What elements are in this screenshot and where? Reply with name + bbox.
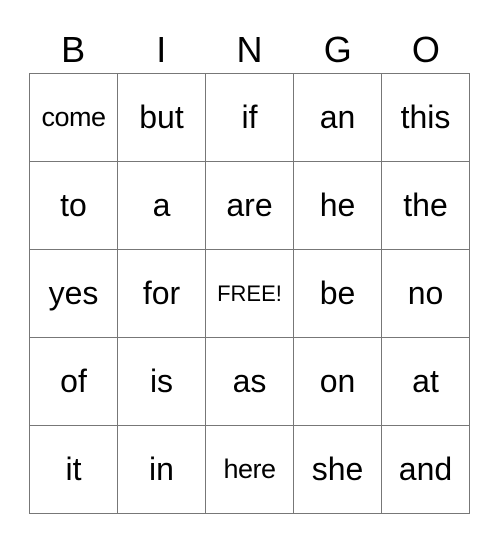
header-letter-n: N bbox=[236, 29, 263, 70]
bingo-cell[interactable]: but bbox=[118, 74, 206, 162]
bingo-card-grid: come but if an this to a are he the yes … bbox=[29, 73, 470, 514]
bingo-cell[interactable]: a bbox=[118, 162, 206, 250]
bingo-cell[interactable]: it bbox=[30, 426, 118, 514]
bingo-cell[interactable]: on bbox=[294, 338, 382, 426]
bingo-cell[interactable]: if bbox=[206, 74, 294, 162]
bingo-cell[interactable]: he bbox=[294, 162, 382, 250]
bingo-cell[interactable]: at bbox=[382, 338, 470, 426]
bingo-cell[interactable]: of bbox=[30, 338, 118, 426]
bingo-cell[interactable]: are bbox=[206, 162, 294, 250]
free-space-cell[interactable]: FREE! bbox=[206, 250, 294, 338]
header-letter-b: B bbox=[61, 29, 86, 70]
header-letter-i: I bbox=[156, 29, 167, 70]
bingo-cell[interactable]: and bbox=[382, 426, 470, 514]
bingo-cell[interactable]: she bbox=[294, 426, 382, 514]
header-letter-g: G bbox=[323, 29, 352, 70]
bingo-cell[interactable]: yes bbox=[30, 250, 118, 338]
bingo-cell[interactable]: be bbox=[294, 250, 382, 338]
bingo-cell[interactable]: this bbox=[382, 74, 470, 162]
bingo-cell[interactable]: no bbox=[382, 250, 470, 338]
bingo-cell[interactable]: is bbox=[118, 338, 206, 426]
bingo-cell[interactable]: come bbox=[30, 74, 118, 162]
bingo-cell[interactable]: here bbox=[206, 426, 294, 514]
bingo-cell[interactable]: in bbox=[118, 426, 206, 514]
bingo-cell[interactable]: an bbox=[294, 74, 382, 162]
bingo-cell[interactable]: to bbox=[30, 162, 118, 250]
bingo-cell[interactable]: for bbox=[118, 250, 206, 338]
bingo-header: B I N G O bbox=[29, 28, 470, 72]
bingo-cell[interactable]: the bbox=[382, 162, 470, 250]
bingo-cell[interactable]: as bbox=[206, 338, 294, 426]
header-letter-o: O bbox=[411, 29, 440, 70]
